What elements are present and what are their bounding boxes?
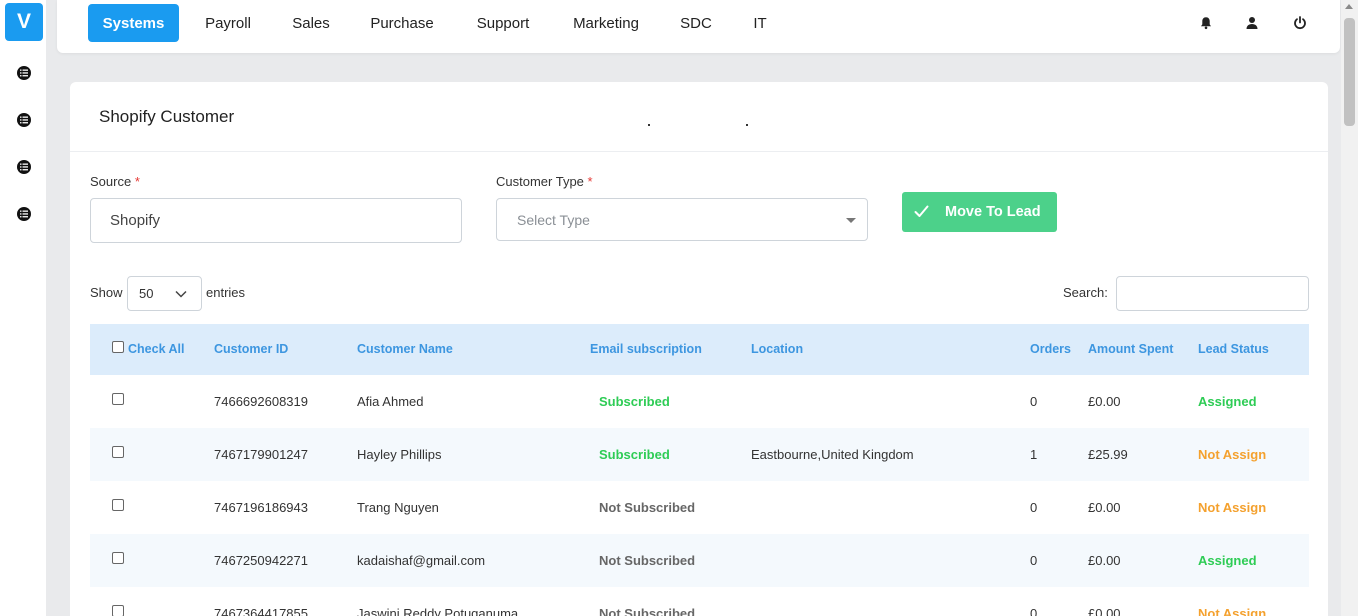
cell-amount-spent: £0.00 <box>1088 553 1121 568</box>
scroll-up-arrow[interactable] <box>1345 4 1353 9</box>
tab-purchase[interactable]: Purchase <box>364 4 440 42</box>
source-input[interactable]: Shopify <box>90 198 462 243</box>
cell-lead-status: Not Assign <box>1198 606 1267 616</box>
cell-email-subscription: Not Subscribed <box>599 553 696 568</box>
customer-type-select[interactable]: Select Type <box>496 198 868 241</box>
cell-lead-status: Assigned <box>1198 553 1257 568</box>
cell-orders: 0 <box>1030 606 1038 616</box>
cell-email-subscription: Subscribed <box>599 447 670 462</box>
tab-support[interactable]: Support <box>470 4 536 42</box>
table-row: 7467179901247 Hayley Phillips Subscribed… <box>90 428 1309 481</box>
cell-email-subscription: Not Subscribed <box>599 606 696 616</box>
table-row: 7467196186943 Trang Nguyen Not Subscribe… <box>90 481 1309 534</box>
cell-lead-status: Not Assign <box>1198 447 1267 462</box>
col-email-subscription[interactable]: Email subscription <box>590 342 702 356</box>
cell-email-subscription: Not Subscribed <box>599 500 696 515</box>
row-checkbox[interactable] <box>112 446 124 458</box>
row-checkbox[interactable] <box>112 499 124 511</box>
col-customer-id[interactable]: Customer ID <box>214 342 288 356</box>
cell-amount-spent: £0.00 <box>1088 500 1121 515</box>
cell-customer-name: kadaishaf@gmail.com <box>357 553 486 568</box>
row-checkbox[interactable] <box>112 552 124 564</box>
cell-orders: 0 <box>1030 500 1038 515</box>
cell-lead-status: Not Assign <box>1198 500 1267 515</box>
col-lead-status[interactable]: Lead Status <box>1198 342 1269 356</box>
search-label: Search: <box>1063 285 1108 300</box>
card-header: Shopify Customer <box>70 82 1328 152</box>
tab-sales[interactable]: Sales <box>286 4 336 42</box>
move-to-lead-button[interactable]: Move To Lead <box>902 192 1057 232</box>
list-icon[interactable] <box>17 207 31 221</box>
app-logo[interactable]: V <box>5 3 43 41</box>
cell-customer-name: Trang Nguyen <box>357 500 439 515</box>
cell-amount-spent: £0.00 <box>1088 606 1121 616</box>
source-value: Shopify <box>110 212 161 229</box>
row-checkbox[interactable] <box>112 605 124 616</box>
cell-amount-spent: £25.99 <box>1088 447 1128 462</box>
divider-dot <box>746 124 748 126</box>
cell-customer-name: Jaswini Reddy Potuganuma <box>357 606 519 616</box>
page-scrollbar[interactable] <box>1341 0 1358 616</box>
cell-customer-id: 7467250942271 <box>214 553 308 568</box>
cell-customer-name: Afia Ahmed <box>357 394 424 409</box>
cell-lead-status: Assigned <box>1198 394 1257 409</box>
col-amount-spent[interactable]: Amount Spent <box>1088 342 1173 356</box>
list-icon[interactable] <box>17 66 31 80</box>
customer-card: Shopify Customer Source * Shopify Custom… <box>70 82 1328 616</box>
customer-type-placeholder: Select Type <box>517 211 590 228</box>
row-checkbox[interactable] <box>112 393 124 405</box>
bell-icon[interactable] <box>1198 15 1214 31</box>
col-check-all[interactable]: Check All <box>128 342 185 356</box>
customer-table: Check All Customer ID Customer Name Emai… <box>90 324 1309 616</box>
cell-orders: 1 <box>1030 447 1038 462</box>
cell-orders: 0 <box>1030 553 1038 568</box>
page-title: Shopify Customer <box>99 107 235 126</box>
tab-it[interactable]: IT <box>748 4 772 42</box>
tab-marketing[interactable]: Marketing <box>566 4 646 42</box>
list-icon[interactable] <box>17 113 31 127</box>
customer-type-label: Customer Type * <box>496 174 593 189</box>
show-label: Show <box>90 285 123 300</box>
chevron-down-icon <box>175 290 187 298</box>
cell-location: Eastbourne,United Kingdom <box>751 447 914 462</box>
top-nav: Systems Payroll Sales Purchase Support M… <box>57 0 1340 53</box>
sidebar: V <box>0 0 46 616</box>
col-orders[interactable]: Orders <box>1030 342 1071 356</box>
cell-email-subscription: Subscribed <box>599 394 670 409</box>
user-icon[interactable] <box>1244 15 1260 31</box>
cell-customer-id: 7466692608319 <box>214 394 308 409</box>
cell-customer-name: Hayley Phillips <box>357 447 442 462</box>
table-row: 7466692608319 Afia Ahmed Subscribed 0 £0… <box>90 375 1309 428</box>
table-header: Check All Customer ID Customer Name Emai… <box>90 324 1309 375</box>
cell-customer-id: 7467364417855 <box>214 606 308 616</box>
divider-dot <box>648 124 650 126</box>
table-row: 7467364417855 Jaswini Reddy Potuganuma N… <box>90 587 1309 616</box>
check-all-checkbox[interactable] <box>112 341 124 353</box>
move-to-lead-label: Move To Lead <box>945 204 1041 220</box>
tab-payroll[interactable]: Payroll <box>198 4 258 42</box>
check-icon <box>914 205 929 217</box>
search-input[interactable] <box>1116 276 1309 311</box>
cell-customer-id: 7467196186943 <box>214 500 308 515</box>
entries-value: 50 <box>139 286 154 301</box>
power-icon[interactable] <box>1292 15 1308 31</box>
list-icon[interactable] <box>17 160 31 174</box>
entries-label: entries <box>206 285 246 300</box>
tab-sdc[interactable]: SDC <box>675 4 717 42</box>
table-row: 7467250942271 kadaishaf@gmail.com Not Su… <box>90 534 1309 587</box>
cell-customer-id: 7467179901247 <box>214 447 308 462</box>
chevron-down-icon <box>846 218 856 223</box>
col-location[interactable]: Location <box>751 342 803 356</box>
col-customer-name[interactable]: Customer Name <box>357 342 453 356</box>
scrollbar-thumb[interactable] <box>1344 18 1355 126</box>
source-label: Source * <box>90 174 140 189</box>
cell-amount-spent: £0.00 <box>1088 394 1121 409</box>
cell-orders: 0 <box>1030 394 1038 409</box>
tab-systems[interactable]: Systems <box>88 4 179 42</box>
entries-select[interactable]: 50 <box>127 276 202 311</box>
